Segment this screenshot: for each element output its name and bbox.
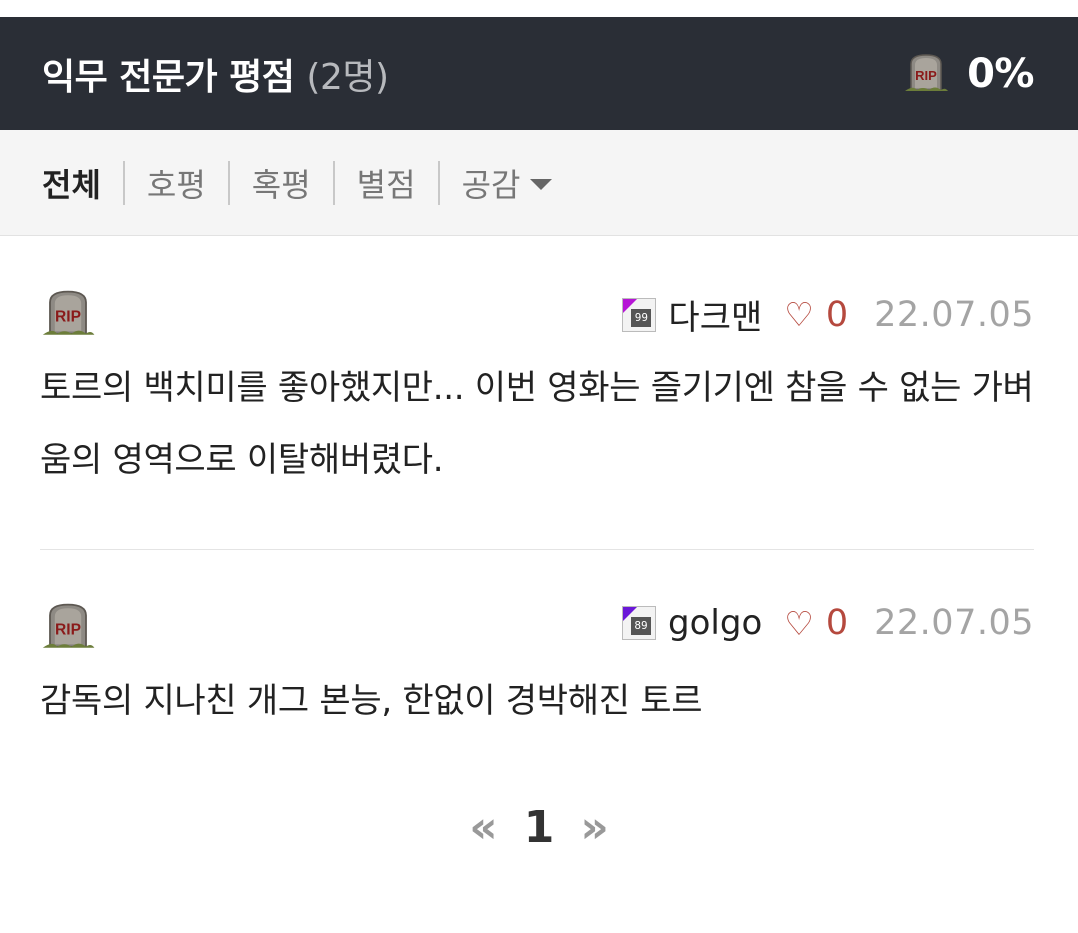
header-title: 익무 전문가 평점 (2명) bbox=[42, 48, 389, 100]
rating-header: 익무 전문가 평점 (2명) RIP 0% bbox=[0, 17, 1078, 130]
level-badge-icon: 89 bbox=[622, 606, 657, 640]
tab-divider bbox=[332, 160, 335, 205]
review-date: 22.07.05 bbox=[874, 294, 1034, 335]
svg-text:RIP: RIP bbox=[915, 68, 937, 83]
tab-empathy[interactable]: 공감 bbox=[462, 160, 553, 206]
review-meta: RIP 99 다크맨 ♡ 0 22.07.05 bbox=[40, 282, 1034, 344]
tab-negative[interactable]: 혹평 bbox=[252, 160, 311, 206]
like-button[interactable]: ♡ 0 bbox=[784, 603, 848, 643]
prev-page-button[interactable]: « bbox=[469, 802, 497, 853]
review-date: 22.07.05 bbox=[874, 603, 1034, 643]
like-count: 0 bbox=[825, 294, 849, 335]
review-text: 토르의 백치미를 좋아했지만... 이번 영화는 즐기기엔 참을 수 없는 가벼… bbox=[40, 368, 1034, 480]
reviewer-username[interactable]: 다크맨 bbox=[668, 290, 762, 339]
pagination: « 1 » bbox=[0, 802, 1078, 853]
like-button[interactable]: ♡ 0 bbox=[784, 295, 848, 335]
tab-all[interactable]: 전체 bbox=[42, 160, 101, 206]
review-divider bbox=[40, 549, 1034, 550]
review-meta: RIP 89 golgo ♡ 0 22.07.05 bbox=[40, 595, 1034, 657]
rip-tombstone-icon: RIP bbox=[40, 288, 96, 340]
current-page-number[interactable]: 1 bbox=[524, 802, 555, 853]
header-score: RIP 0% bbox=[903, 51, 1034, 97]
review-text: 감독의 지나친 개그 본능, 한없이 경박해진 토르 bbox=[40, 681, 703, 721]
caret-down-icon bbox=[530, 179, 553, 190]
reviewer-count: (2명) bbox=[306, 56, 389, 98]
tab-empathy-label: 공감 bbox=[461, 165, 521, 204]
filter-tabs: 전체 호평 혹평 별점 공감 bbox=[0, 130, 1078, 236]
heart-outline-icon: ♡ bbox=[784, 603, 814, 643]
svg-text:RIP: RIP bbox=[55, 622, 81, 639]
rip-tombstone-icon: RIP bbox=[40, 601, 96, 653]
reviewer-username[interactable]: golgo bbox=[668, 603, 762, 643]
heart-outline-icon: ♡ bbox=[784, 295, 814, 334]
like-count: 0 bbox=[825, 603, 849, 643]
top-spacer bbox=[0, 0, 1078, 17]
tab-stars[interactable]: 별점 bbox=[357, 160, 416, 206]
score-value: 0% bbox=[967, 50, 1034, 97]
level-badge-icon: 99 bbox=[622, 297, 657, 332]
svg-text:RIP: RIP bbox=[55, 309, 81, 326]
review-item: RIP 99 다크맨 ♡ 0 22.07.05 토르의 백치미를 좋아했지만..… bbox=[40, 282, 1034, 496]
tab-divider bbox=[437, 160, 440, 205]
tab-divider bbox=[227, 160, 230, 205]
rip-tombstone-icon: RIP bbox=[903, 52, 949, 96]
tab-divider bbox=[122, 160, 125, 205]
level-number: 89 bbox=[631, 617, 652, 635]
next-page-button[interactable]: » bbox=[580, 802, 608, 853]
header-title-text: 익무 전문가 평점 bbox=[42, 56, 295, 98]
level-number: 99 bbox=[631, 308, 652, 327]
tab-positive[interactable]: 호평 bbox=[147, 160, 206, 206]
review-item: RIP 89 golgo ♡ 0 22.07.05 감독의 지나친 개그 본능,… bbox=[40, 595, 1034, 737]
review-meta-right: 89 golgo ♡ 0 22.07.05 bbox=[622, 603, 1034, 643]
review-meta-right: 99 다크맨 ♡ 0 22.07.05 bbox=[622, 290, 1034, 339]
